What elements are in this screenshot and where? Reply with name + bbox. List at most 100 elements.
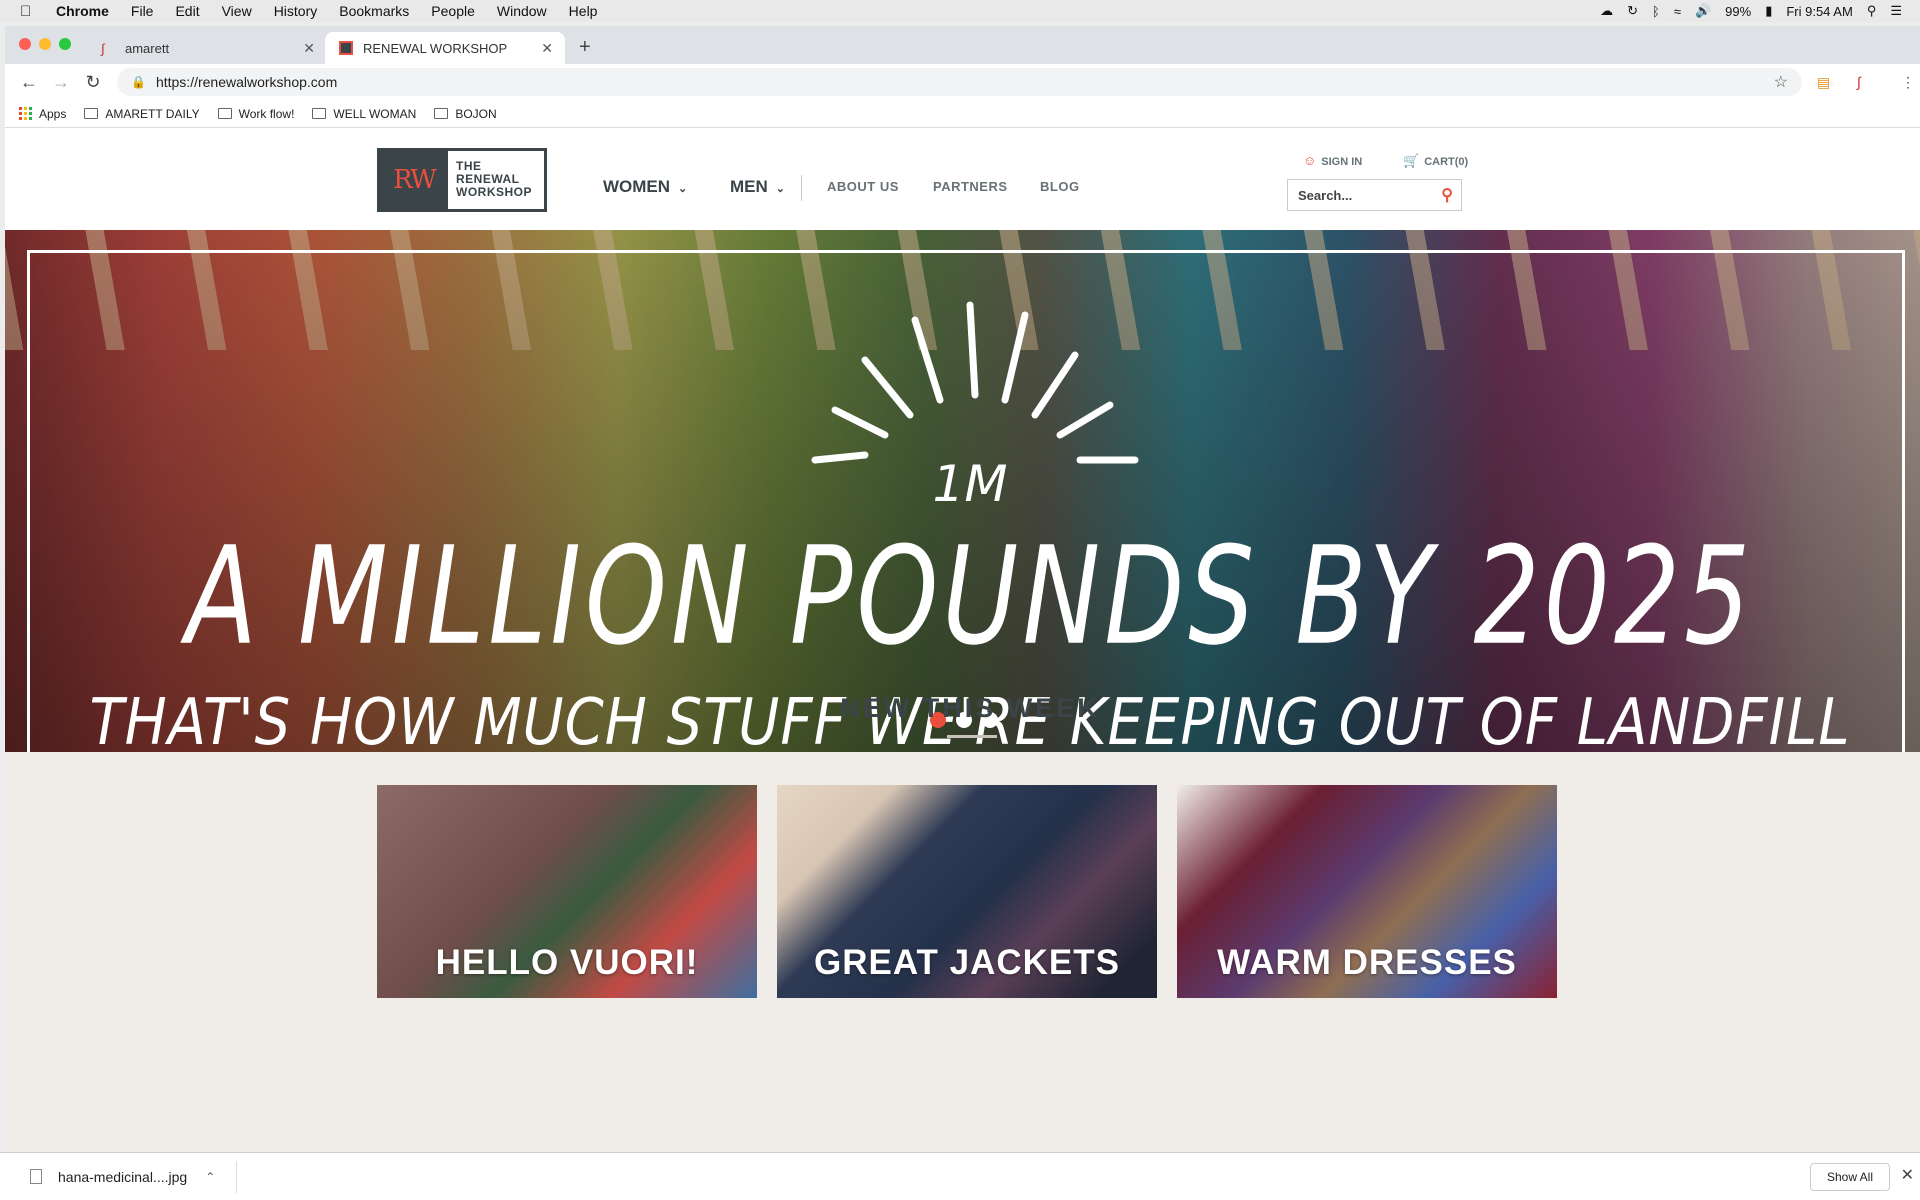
- new-tab-button[interactable]: +: [579, 36, 591, 59]
- chevron-down-icon: ⌄: [775, 183, 785, 195]
- bookmark-label: Work flow!: [238, 106, 295, 121]
- bookmark-label: BOJON: [455, 106, 497, 121]
- card-label: GREAT JACKETS: [814, 943, 1120, 982]
- battery-icon[interactable]: ▮: [1765, 3, 1772, 19]
- bookmarks-bar: Apps AMARETT DAILY Work flow! WELL WOMAN…: [5, 100, 1920, 128]
- site-search-input[interactable]: Search... ⚲: [1287, 179, 1462, 211]
- user-icon: ☺: [1303, 153, 1317, 168]
- apple-menu-icon[interactable]: : [20, 3, 38, 20]
- close-icon[interactable]: ✕: [1901, 1165, 1914, 1185]
- product-card-warm-dresses[interactable]: WARM DRESSES: [1177, 785, 1557, 998]
- chevron-down-icon: ⌄: [678, 183, 688, 195]
- reload-icon[interactable]: ↻: [77, 72, 109, 93]
- tab-strip: ∫ amarett ✕ RENEWAL WORKSHOP ✕ +: [5, 26, 1920, 64]
- url-text[interactable]: https://renewalworkshop.com: [156, 74, 337, 90]
- close-window-button[interactable]: [19, 38, 31, 50]
- nav-partners[interactable]: PARTNERS: [933, 179, 1008, 194]
- zoom-window-button[interactable]: [59, 38, 71, 50]
- apps-grid-icon: [19, 107, 32, 120]
- card-label: HELLO VUORI!: [435, 943, 699, 982]
- close-tab-icon[interactable]: ✕: [303, 40, 315, 57]
- tab-title: amarett: [125, 40, 170, 56]
- product-card-hello-vuori[interactable]: HELLO VUORI!: [377, 785, 757, 998]
- cart-icon: 🛒: [1403, 153, 1420, 168]
- tab-amarett[interactable]: ∫ amarett ✕: [87, 32, 327, 64]
- menu-help[interactable]: Help: [569, 3, 598, 19]
- menu-window[interactable]: Window: [497, 3, 547, 19]
- download-item[interactable]: hana-medicinal....jpg ⌃: [30, 1169, 215, 1185]
- bluetooth-icon[interactable]: ᛒ: [1652, 4, 1660, 19]
- bookmark-label: WELL WOMAN: [333, 106, 417, 121]
- menu-bookmarks[interactable]: Bookmarks: [339, 3, 409, 19]
- logo-wordmark: THE RENEWAL WORKSHOP: [456, 159, 532, 199]
- show-all-button[interactable]: Show All: [1810, 1163, 1890, 1191]
- folder-icon: [84, 108, 99, 119]
- downloads-separator: [236, 1161, 237, 1193]
- logo-monogram: RW: [380, 151, 448, 209]
- nav-label: MEN: [730, 177, 768, 196]
- folder-icon: [434, 108, 449, 119]
- clock[interactable]: Fri 9:54 AM: [1786, 4, 1852, 19]
- burst-rays-icon: [811, 301, 1139, 464]
- status-area: ☁ ↻ ᛒ ≈ 🔊 99% ▮ Fri 9:54 AM ⚲ ☰: [1600, 0, 1902, 22]
- folder-icon: [312, 108, 327, 119]
- menu-history[interactable]: History: [274, 3, 318, 19]
- hero-banner[interactable]: 1M A MILLION POUNDS BY 2025 THAT'S HOW M…: [5, 230, 1920, 752]
- section-divider: [947, 735, 997, 738]
- menu-app-name[interactable]: Chrome: [56, 3, 109, 19]
- page-viewport: RW THE RENEWAL WORKSHOP WOMEN ⌄ MEN ⌄ ABOU…: [5, 133, 1920, 1152]
- creative-cloud-icon[interactable]: ☁: [1600, 3, 1613, 19]
- extension-pdf-icon[interactable]: ▤: [1817, 74, 1830, 91]
- bookmark-apps[interactable]: Apps: [19, 107, 66, 121]
- address-bar[interactable]: 🔒 https://renewalworkshop.com ☆: [117, 68, 1802, 96]
- nav-men[interactable]: MEN ⌄: [730, 177, 785, 197]
- sign-in-label: SIGN IN: [1321, 156, 1363, 168]
- section-title: NEW THIS WEEK: [840, 693, 1100, 723]
- tab-renewal-workshop[interactable]: RENEWAL WORKSHOP ✕: [325, 32, 565, 64]
- bookmark-folder-work-flow[interactable]: Work flow!: [217, 106, 295, 121]
- menu-file[interactable]: File: [131, 3, 154, 19]
- hero-badge-text: 1M: [932, 455, 1008, 513]
- wifi-icon[interactable]: ≈: [1674, 4, 1681, 19]
- extension-amarett-icon[interactable]: ∫: [1857, 74, 1861, 90]
- minimize-window-button[interactable]: [39, 38, 51, 50]
- bookmark-folder-amarett-daily[interactable]: AMARETT DAILY: [84, 106, 200, 121]
- forward-arrow-icon[interactable]: →: [45, 72, 77, 93]
- tab-title: RENEWAL WORKSHOP: [363, 40, 508, 56]
- bookmark-folder-bojon[interactable]: BOJON: [434, 106, 497, 121]
- menu-edit[interactable]: Edit: [175, 3, 199, 19]
- amarett-favicon-icon: ∫: [101, 41, 105, 56]
- nav-about-us[interactable]: ABOUT US: [827, 179, 899, 194]
- browser-window: ∫ amarett ✕ RENEWAL WORKSHOP ✕ + ← → ↻ 🔒…: [5, 26, 1920, 1152]
- search-placeholder: Search...: [1298, 187, 1353, 203]
- nav-blog[interactable]: BLOG: [1040, 179, 1080, 194]
- cart-link[interactable]: 🛒 CART(0): [1403, 153, 1468, 169]
- product-card-great-jackets[interactable]: GREAT JACKETS: [777, 785, 1157, 998]
- cart-label: CART(0): [1424, 156, 1469, 168]
- search-icon[interactable]: ⚲: [1441, 185, 1453, 205]
- site-logo[interactable]: RW THE RENEWAL WORKSHOP: [377, 148, 547, 212]
- notification-center-icon[interactable]: ☰: [1890, 3, 1902, 19]
- spotlight-search-icon[interactable]: ⚲: [1867, 3, 1877, 19]
- nav-women[interactable]: WOMEN ⌄: [603, 177, 687, 197]
- folder-icon: [217, 108, 232, 119]
- chrome-menu-icon[interactable]: ⋮: [1901, 74, 1915, 91]
- bookmark-label: AMARETT DAILY: [105, 106, 200, 121]
- downloads-bar: hana-medicinal....jpg ⌃ Show All ✕: [0, 1152, 1920, 1200]
- menu-view[interactable]: View: [222, 3, 252, 19]
- renewal-favicon-icon: [339, 41, 353, 55]
- site-header: RW THE RENEWAL WORKSHOP WOMEN ⌄ MEN ⌄ ABOU…: [5, 133, 1920, 230]
- bookmark-label: Apps: [39, 106, 67, 121]
- nav-label: WOMEN: [603, 177, 671, 196]
- volume-icon[interactable]: 🔊: [1695, 3, 1711, 19]
- chevron-up-icon[interactable]: ⌃: [205, 1170, 215, 1184]
- close-tab-icon[interactable]: ✕: [541, 40, 553, 57]
- sign-in-link[interactable]: ☺ SIGN IN: [1303, 153, 1362, 168]
- back-arrow-icon[interactable]: ←: [13, 72, 45, 93]
- lock-icon[interactable]: 🔒: [131, 75, 146, 89]
- bookmark-folder-well-woman[interactable]: WELL WOMAN: [312, 107, 416, 121]
- menu-people[interactable]: People: [431, 3, 475, 19]
- battery-percent: 99%: [1725, 3, 1752, 19]
- time-machine-icon[interactable]: ↻: [1627, 3, 1638, 19]
- bookmark-star-icon[interactable]: ☆: [1774, 72, 1788, 92]
